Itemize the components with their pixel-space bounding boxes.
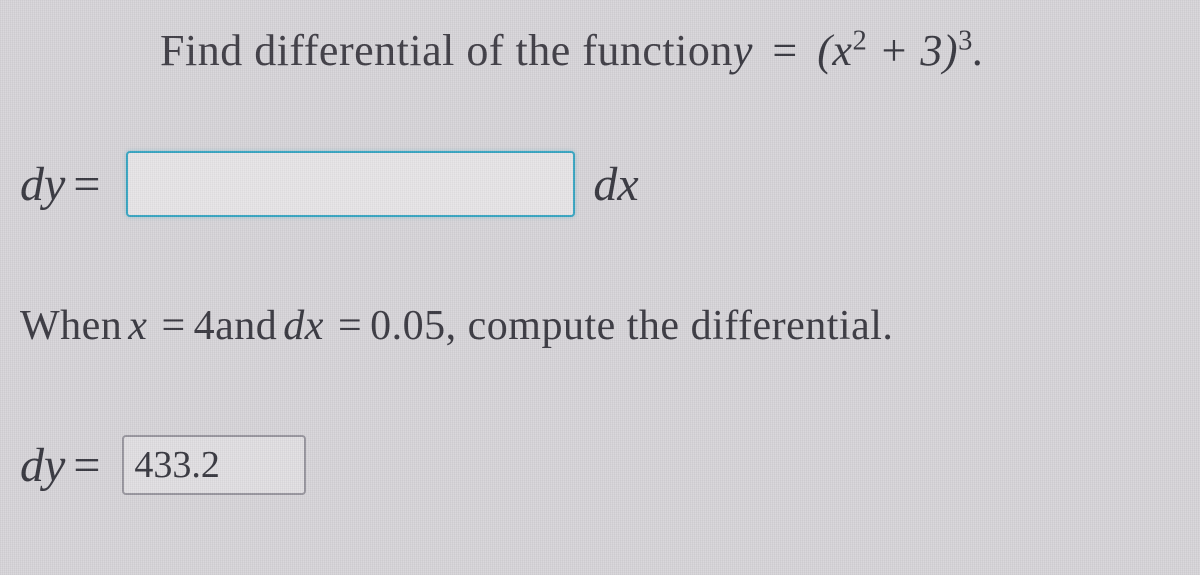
period: . [973,26,985,75]
var-x: x [832,26,852,75]
dy-row: dy = dx [20,151,1170,217]
dy-label: dy [20,157,65,212]
dy2-row: dy = [20,435,1170,495]
x-value: 4 [194,302,216,350]
equals-sign: = [161,302,185,350]
dx-value: 0.05 [370,302,446,350]
and-text: and [215,302,277,350]
exponent-3: 3 [958,25,973,56]
equals-sign: = [761,26,809,75]
question-prompt: Find differential of the function y = (x… [160,25,1170,76]
exponent-2: 2 [852,25,867,56]
plus-three-paren: + 3) [867,26,958,75]
var-y: y [733,26,753,75]
when-lead: When [20,302,122,350]
dx-label: dx [593,157,638,212]
when-tail: , compute the differential. [446,302,894,350]
dy-label: dy [20,438,65,493]
paren-open: ( [817,26,832,75]
var-dx: dx [283,302,324,350]
equals-sign: = [73,157,100,212]
var-x: x [128,302,147,350]
prompt-text: Find differential of the function [160,25,733,76]
equals-sign: = [73,438,100,493]
when-row: When x = 4 and dx = 0.05 , compute the d… [20,302,1170,350]
dy-numeric-input[interactable] [122,435,306,495]
equals-sign: = [338,302,362,350]
dy-expression-input[interactable] [126,151,575,217]
